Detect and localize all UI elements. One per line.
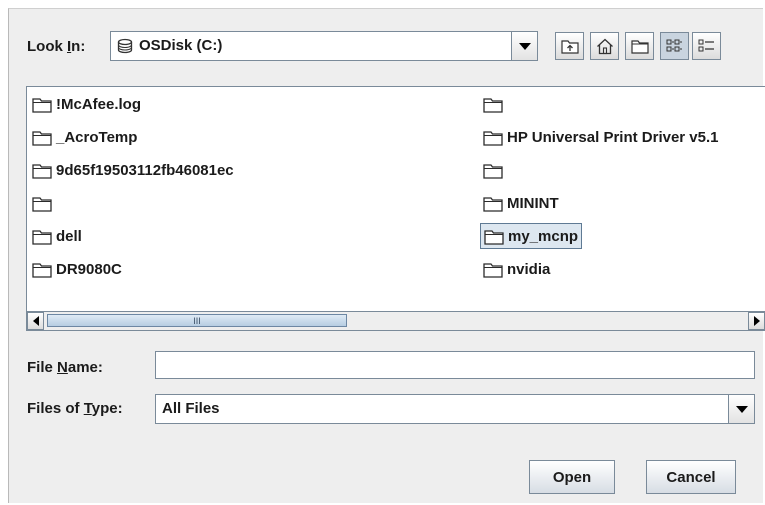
file-name-input[interactable] [156, 352, 754, 378]
folder-icon [32, 130, 52, 146]
file-list-item[interactable] [29, 190, 59, 216]
file-list-item[interactable]: HP Universal Print Driver v5.1 [480, 124, 722, 150]
file-list-item-name: !McAfee.log [56, 95, 142, 113]
file-list-item[interactable]: dell [29, 223, 85, 249]
folder-icon [32, 196, 52, 212]
scrollbar-grip: III [193, 315, 201, 326]
file-list-item-name: _AcroTemp [56, 128, 138, 146]
file-list-item[interactable]: my_mcnp [480, 223, 583, 249]
file-list-item-name: HP Universal Print Driver v5.1 [507, 128, 719, 146]
new-folder-icon [630, 40, 649, 54]
file-list-item[interactable]: MININT [480, 190, 562, 216]
cancel-button[interactable]: Cancel [646, 460, 736, 494]
file-list-item[interactable] [480, 91, 510, 117]
drive-icon [117, 38, 133, 53]
new-folder-button[interactable] [625, 32, 654, 60]
file-list-item[interactable]: 9d65f19503112fb46081ec [29, 157, 237, 183]
look-in-drive-name: OSDisk (C:) [139, 37, 223, 54]
scroll-left-arrow-icon[interactable] [27, 312, 44, 330]
file-list-item[interactable] [480, 157, 510, 183]
file-list-item-name: MININT [507, 194, 559, 212]
file-list-item[interactable]: _AcroTemp [29, 124, 140, 150]
horizontal-scrollbar[interactable]: III [26, 312, 765, 331]
file-list-item[interactable]: nvidia [480, 256, 553, 282]
folder-icon [483, 262, 503, 278]
folder-icon [32, 163, 52, 179]
files-of-type-value: All Files [162, 400, 220, 417]
folder-icon [32, 97, 52, 113]
file-list[interactable]: !McAfee.log _AcroTemp 9d65f19503112fb46081… [26, 86, 765, 312]
files-of-type-combo[interactable]: All Files [155, 394, 755, 424]
open-button[interactable]: Open [529, 460, 615, 494]
scroll-right-arrow-icon[interactable] [748, 312, 765, 330]
details-view-button[interactable] [692, 32, 721, 60]
file-list-item[interactable]: DR9080C [29, 256, 125, 282]
file-chooser-dialog: Look In: OSDisk (C:) !McAfee.log _AcroTe… [8, 8, 765, 503]
file-name-label: File Name: [27, 359, 103, 376]
scrollbar-thumb[interactable]: III [47, 314, 347, 327]
file-name-field[interactable] [155, 351, 755, 379]
file-list-item-name: 9d65f19503112fb46081ec [56, 161, 234, 179]
file-list-item-name: nvidia [507, 260, 551, 278]
file-list-item-name: DR9080C [56, 260, 122, 278]
folder-icon [483, 163, 503, 179]
details-view-icon [698, 39, 714, 52]
chevron-down-icon[interactable] [511, 32, 537, 60]
folder-icon [483, 130, 503, 146]
up-one-level-button[interactable] [555, 32, 584, 60]
home-icon [596, 38, 613, 54]
look-in-combo[interactable]: OSDisk (C:) [110, 31, 538, 61]
file-list-item[interactable]: !McAfee.log [29, 91, 144, 117]
home-button[interactable] [590, 32, 619, 60]
folder-icon [483, 196, 503, 212]
look-in-value: OSDisk (C:) [117, 37, 222, 54]
file-list-item-name: my_mcnp [508, 227, 579, 245]
folder-icon [483, 97, 503, 113]
folder-icon [32, 229, 52, 245]
file-list-item-name: dell [56, 227, 82, 245]
folder-icon [484, 229, 504, 245]
folder-up-icon [560, 40, 579, 54]
list-view-icon [666, 39, 682, 52]
chevron-down-icon[interactable] [728, 395, 754, 423]
list-view-button[interactable] [660, 32, 689, 60]
look-in-label: Look In: [27, 38, 86, 55]
files-of-type-label: Files of Type: [27, 400, 123, 417]
folder-icon [32, 262, 52, 278]
